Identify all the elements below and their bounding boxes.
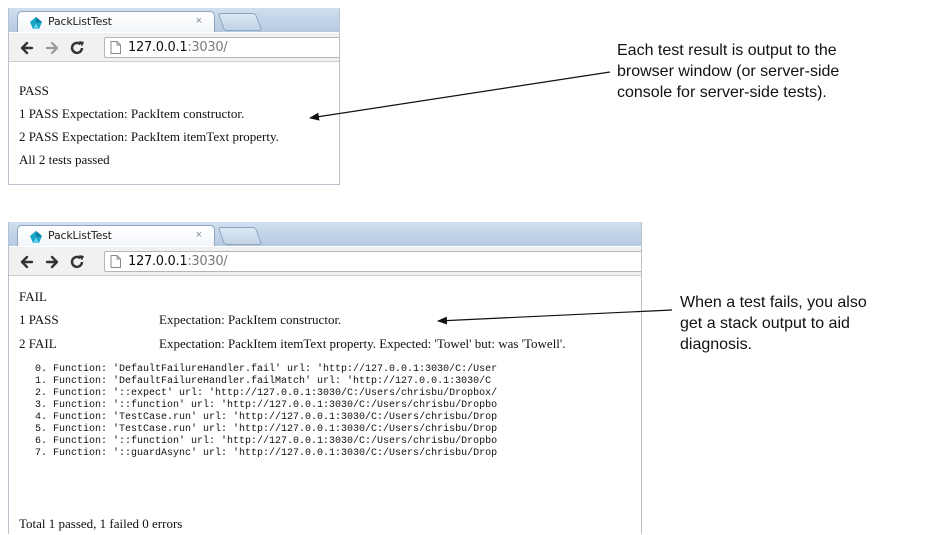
- callout-arrows: [309, 71, 673, 325]
- callout-arrow-top: [309, 71, 611, 121]
- callout-arrow-bottom: [437, 309, 673, 325]
